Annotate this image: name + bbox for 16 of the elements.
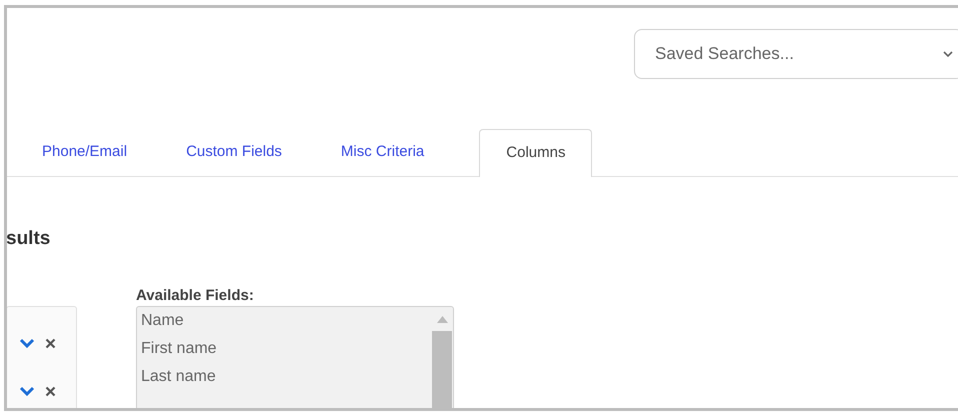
field-label: Available Fields: [136,286,255,306]
tab[interactable]: Columns [479,129,592,177]
chevron-down-icon[interactable] [19,337,35,349]
tab[interactable]: Custom Fields [182,128,286,176]
list-option[interactable]: First name [141,334,431,363]
tab[interactable]: Phone/Email [38,128,132,176]
section-title: sults [7,229,52,248]
close-icon[interactable] [45,338,56,348]
list-option[interactable]: Last name [141,362,431,391]
saved-searches-dropdown[interactable]: Saved Searches... [634,29,958,79]
available-fields-list[interactable]: Name First name Last name [136,306,454,408]
chevron-down-icon[interactable] [19,385,35,397]
caret-icon [943,50,953,58]
list-option[interactable]: Name [141,306,431,335]
close-icon[interactable] [45,386,56,396]
tab[interactable]: Misc Criteria [336,128,428,176]
